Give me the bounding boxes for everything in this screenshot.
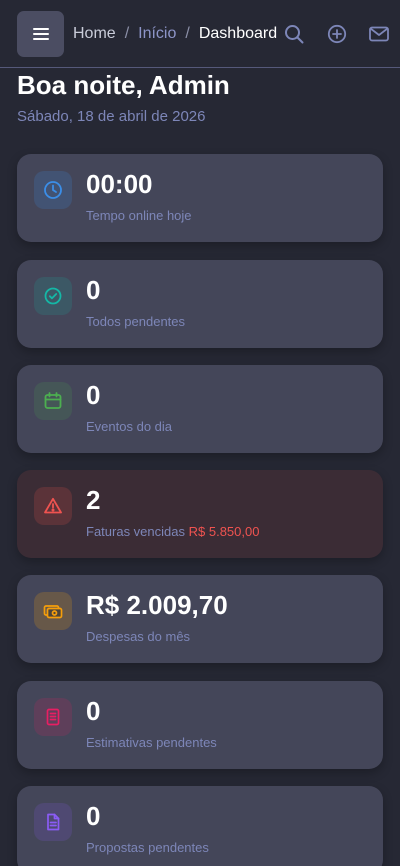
plus-circle-icon xyxy=(327,24,347,44)
mail-button[interactable] xyxy=(368,23,390,45)
top-bar: Home / Início / Dashboard xyxy=(0,0,400,68)
breadcrumb-inicio[interactable]: Início xyxy=(138,25,176,43)
card-label: Eventos do dia xyxy=(86,419,173,434)
money-icon xyxy=(34,592,72,630)
check-circle-icon xyxy=(34,277,72,315)
breadcrumb-current: Dashboard xyxy=(198,25,278,42)
card-label: Tempo online hoje xyxy=(86,208,192,223)
breadcrumb-home[interactable]: Home xyxy=(73,25,116,43)
search-icon xyxy=(285,25,304,44)
hamburger-icon xyxy=(32,28,49,40)
calendar-icon xyxy=(34,382,72,420)
card-label: Faturas vencidas R$ 5.850,00 xyxy=(86,524,259,539)
breadcrumb-separator: / xyxy=(185,25,190,42)
clock-icon xyxy=(34,171,72,209)
card-online-time[interactable]: 00:00 Tempo online hoje xyxy=(17,154,383,242)
warning-icon xyxy=(34,487,72,525)
card-overdue-invoices[interactable]: 2 Faturas vencidas R$ 5.850,00 xyxy=(17,470,383,558)
breadcrumb-separator: / xyxy=(124,25,130,42)
card-value: 2 xyxy=(86,485,101,515)
card-label: Propostas pendentes xyxy=(86,840,209,855)
card-label: Estimativas pendentes xyxy=(86,735,217,750)
card-label: Despesas do mês xyxy=(86,629,191,644)
add-button[interactable] xyxy=(326,23,348,45)
card-value: 00:00 xyxy=(86,169,153,199)
current-date: Sábado, 18 de abril de 2026 xyxy=(17,108,206,125)
breadcrumb: Home / Início / Dashboard xyxy=(73,23,277,45)
card-todos-pending[interactable]: 0 Todos pendentes xyxy=(17,260,383,348)
card-value: 0 xyxy=(86,380,101,410)
card-proposals-pending[interactable]: 0 Propostas pendentes xyxy=(17,786,383,866)
card-events-today[interactable]: 0 Eventos do dia xyxy=(17,365,383,453)
card-value: 0 xyxy=(86,275,101,305)
card-label-text: Faturas vencidas xyxy=(86,524,185,539)
card-value: R$ 2.009,70 xyxy=(86,590,228,620)
card-month-expenses[interactable]: R$ 2.009,70 Despesas do mês xyxy=(17,575,383,663)
document-icon xyxy=(34,698,72,736)
mail-icon xyxy=(369,26,389,42)
search-button[interactable] xyxy=(283,23,305,45)
overdue-amount: R$ 5.850,00 xyxy=(188,524,260,539)
page-title: Boa noite, Admin xyxy=(17,70,230,100)
card-label: Todos pendentes xyxy=(86,314,186,329)
card-value: 0 xyxy=(86,801,101,831)
menu-button[interactable] xyxy=(17,11,64,57)
card-value: 0 xyxy=(86,696,101,726)
file-icon xyxy=(34,803,72,841)
card-estimates-pending[interactable]: 0 Estimativas pendentes xyxy=(17,681,383,769)
